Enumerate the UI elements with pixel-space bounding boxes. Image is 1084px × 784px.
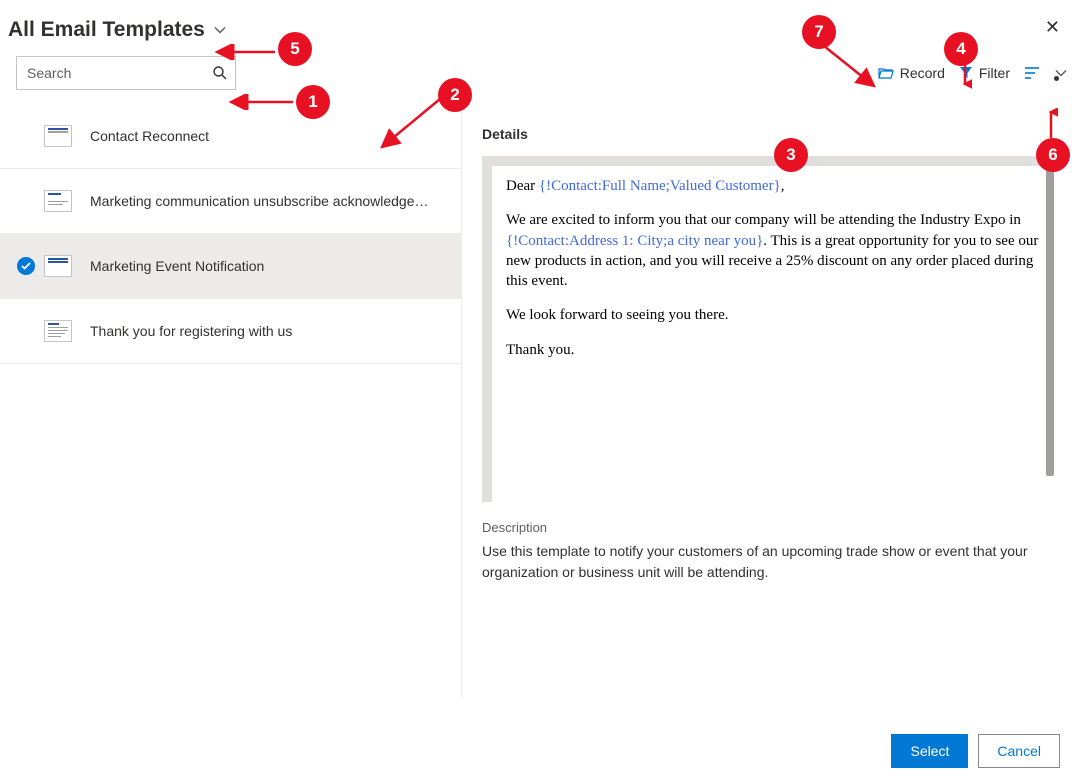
- description-text: Use this template to notify your custome…: [482, 541, 1056, 583]
- chevron-down-icon: [213, 23, 227, 37]
- list-item-label: Contact Reconnect: [90, 128, 453, 144]
- sort-lines-icon: [1024, 66, 1040, 80]
- check-icon: [17, 257, 35, 275]
- search-icon: [211, 64, 229, 82]
- description-label: Description: [482, 520, 1056, 535]
- merge-token: {!Contact:Address 1: City;a city near yo…: [506, 233, 763, 249]
- list-item[interactable]: Marketing Event Notification: [0, 234, 461, 299]
- preview-text: We look forward to seeing you there.: [506, 305, 1042, 325]
- template-thumb-icon: [44, 255, 72, 277]
- row-check[interactable]: [8, 257, 44, 275]
- search-input[interactable]: [27, 65, 211, 81]
- preview-body: Dear {!Contact:Full Name;Valued Customer…: [492, 166, 1056, 502]
- close-icon: ✕: [1045, 17, 1060, 37]
- filter-label: Filter: [979, 65, 1010, 81]
- page-title: All Email Templates: [8, 18, 205, 42]
- preview-text: ,: [781, 178, 785, 194]
- select-button[interactable]: Select: [891, 734, 968, 768]
- search-box[interactable]: [16, 56, 236, 90]
- footer-actions: Select Cancel: [891, 734, 1060, 768]
- preview-text: Thank you.: [506, 340, 1042, 360]
- preview-text: Dear: [506, 178, 539, 194]
- cancel-button[interactable]: Cancel: [978, 734, 1060, 768]
- record-label: Record: [900, 65, 945, 81]
- overflow-indicator-icon: [1054, 76, 1059, 81]
- view-selector[interactable]: All Email Templates: [8, 18, 1076, 42]
- template-thumb-icon: [44, 320, 72, 342]
- template-preview: Dear {!Contact:Full Name;Valued Customer…: [482, 156, 1056, 502]
- preview-text: We are excited to inform you that our co…: [506, 212, 1021, 228]
- details-panel: Details Dear {!Contact:Full Name;Valued …: [462, 104, 1084, 698]
- details-heading: Details: [482, 126, 1056, 142]
- sort-button[interactable]: [1024, 66, 1040, 80]
- list-item[interactable]: Contact Reconnect: [0, 104, 461, 169]
- merge-token: {!Contact:Full Name;Valued Customer}: [539, 178, 781, 194]
- template-list: Contact Reconnect Marketing communicatio…: [0, 104, 462, 698]
- list-item[interactable]: Thank you for registering with us: [0, 299, 461, 364]
- list-item[interactable]: Marketing communication unsubscribe ackn…: [0, 169, 461, 234]
- list-item-label: Thank you for registering with us: [90, 323, 453, 339]
- list-item-label: Marketing communication unsubscribe ackn…: [90, 193, 453, 209]
- close-button[interactable]: ✕: [1045, 18, 1060, 36]
- record-button[interactable]: Record: [878, 65, 945, 81]
- template-thumb-icon: [44, 125, 72, 147]
- folder-open-icon: [878, 65, 894, 81]
- filter-button[interactable]: Filter: [959, 65, 1010, 81]
- list-item-label: Marketing Event Notification: [90, 258, 453, 274]
- template-thumb-icon: [44, 190, 72, 212]
- filter-icon: [959, 66, 973, 80]
- scrollbar[interactable]: [1046, 160, 1054, 476]
